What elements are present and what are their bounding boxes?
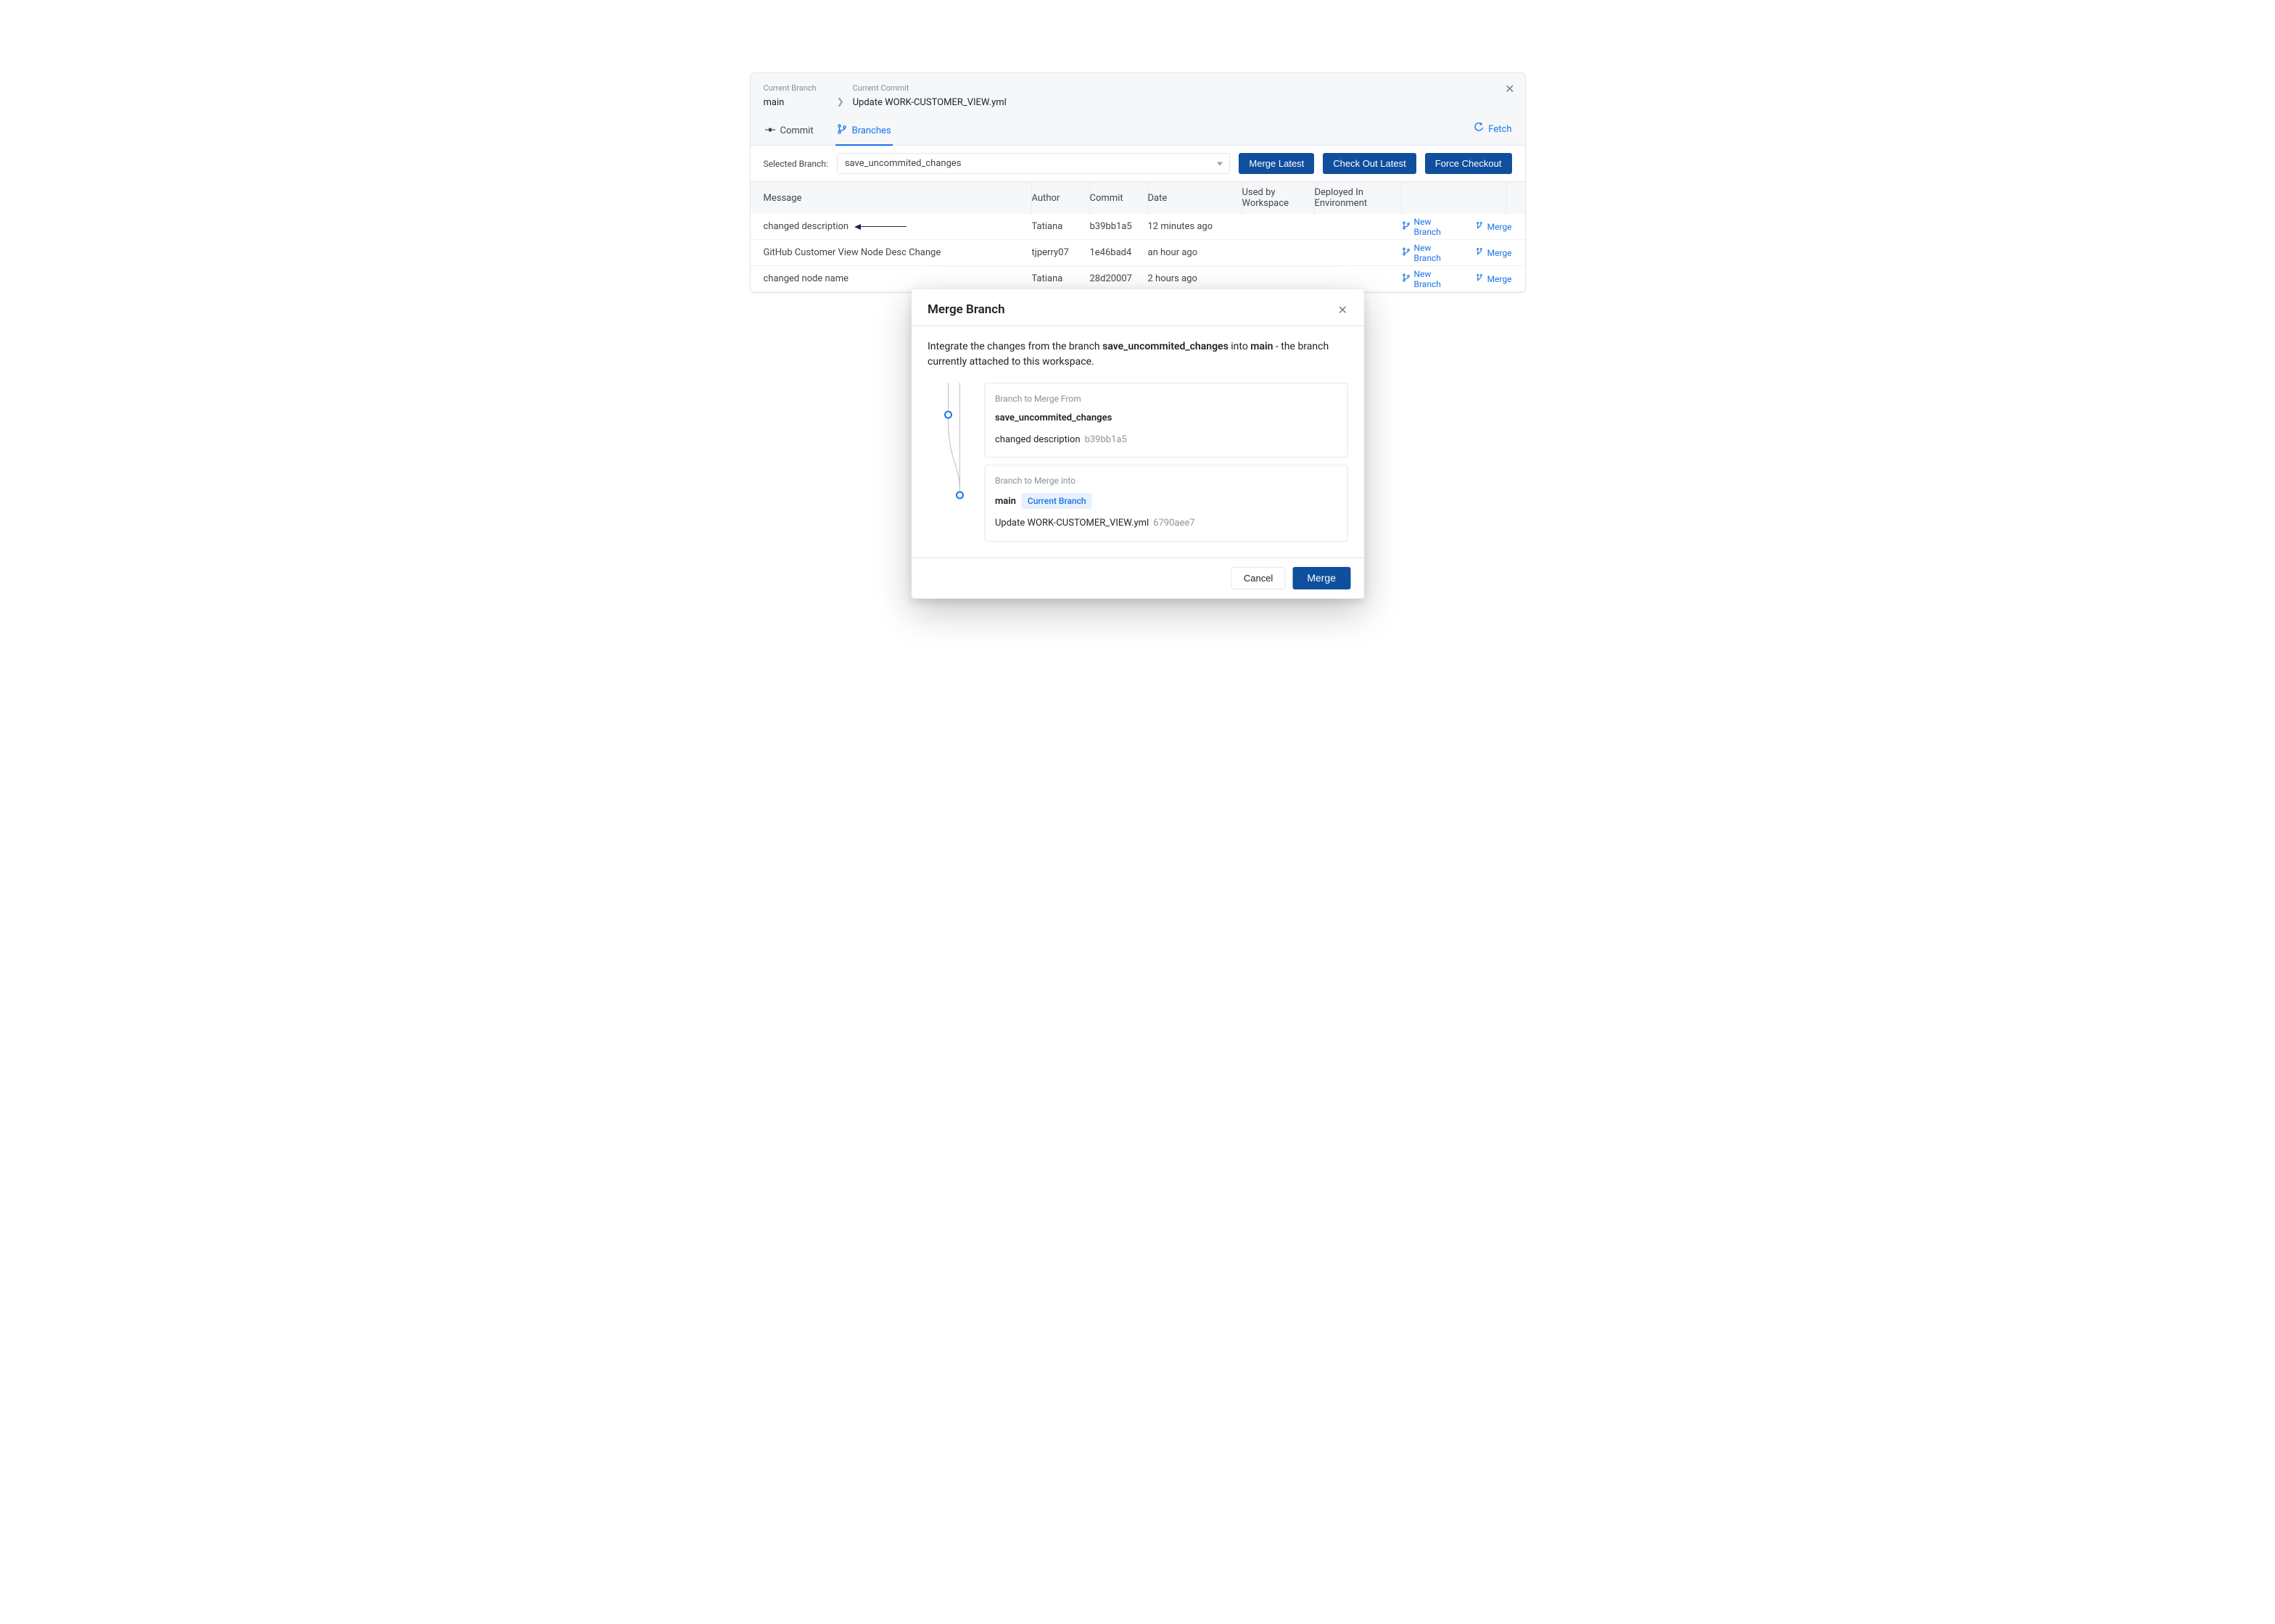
merge-from-box: Branch to Merge From save_uncommited_cha… bbox=[984, 383, 1347, 457]
merge-from-commit: changed descriptionb39bb1a5 bbox=[995, 433, 1337, 447]
branch-icon bbox=[1402, 273, 1411, 284]
commit-hash: 1e46bad4 bbox=[1090, 247, 1148, 258]
modal-body: Integrate the changes from the branch sa… bbox=[912, 326, 1363, 558]
merge-link[interactable]: Merge bbox=[1475, 243, 1512, 263]
commit-date: an hour ago bbox=[1148, 247, 1242, 258]
table-header: Message Author Commit Date Used by Works… bbox=[751, 182, 1525, 214]
merge-from-label: Branch to Merge From bbox=[995, 392, 1337, 405]
fetch-button[interactable]: Fetch bbox=[1474, 123, 1511, 136]
checkout-latest-button[interactable]: Check Out Latest bbox=[1323, 153, 1416, 174]
merge-branch-modal: Merge Branch ✕ Integrate the changes fro… bbox=[911, 289, 1364, 599]
commit-date: 12 minutes ago bbox=[1148, 221, 1242, 232]
commit-message: GitHub Customer View Node Desc Change bbox=[764, 247, 1032, 258]
branch-select[interactable]: save_uncommited_changes bbox=[837, 153, 1231, 174]
commit-message: changed description bbox=[764, 221, 1032, 232]
panel-header: Current Branch main ❯ Current Commit Upd… bbox=[751, 73, 1525, 117]
merge-into-branch: mainCurrent Branch bbox=[995, 493, 1337, 509]
branch-icon bbox=[1402, 247, 1411, 258]
modal-intro-text: Integrate the changes from the branch sa… bbox=[928, 339, 1347, 370]
commit-author: Tatiana bbox=[1032, 221, 1090, 232]
modal-title: Merge Branch bbox=[928, 302, 1005, 317]
branch-select-row: Selected Branch: save_uncommited_changes… bbox=[751, 146, 1525, 182]
close-icon[interactable]: ✕ bbox=[1505, 82, 1514, 96]
commits-table: Message Author Commit Date Used by Works… bbox=[751, 182, 1525, 292]
selected-branch-label: Selected Branch: bbox=[764, 159, 828, 169]
branch-graph-icon bbox=[928, 383, 968, 542]
force-checkout-button[interactable]: Force Checkout bbox=[1425, 153, 1512, 174]
table-row: changed description Tatiana b39bb1a5 12 … bbox=[751, 214, 1525, 240]
merge-into-box: Branch to Merge into mainCurrent Branch … bbox=[984, 465, 1347, 542]
current-branch-label: Current Branch bbox=[764, 83, 817, 93]
merge-icon bbox=[1475, 273, 1484, 284]
current-commit-value: Update WORK-CUSTOMER_VIEW.yml bbox=[853, 97, 1007, 108]
commit-date: 2 hours ago bbox=[1148, 273, 1242, 284]
commit-hash: b39bb1a5 bbox=[1090, 221, 1148, 232]
close-icon[interactable]: ✕ bbox=[1338, 303, 1347, 317]
git-panel: Current Branch main ❯ Current Commit Upd… bbox=[750, 72, 1526, 293]
current-commit-block: Current Commit Update WORK-CUSTOMER_VIEW… bbox=[853, 83, 1007, 108]
branch-icon bbox=[837, 124, 847, 137]
merge-into-label: Branch to Merge into bbox=[995, 474, 1337, 487]
col-deployed: Deployed In Environment bbox=[1315, 182, 1402, 214]
merge-link[interactable]: Merge bbox=[1475, 269, 1512, 289]
tab-bar: Commit Branches Fetch bbox=[751, 117, 1525, 146]
table-row: GitHub Customer View Node Desc Change tj… bbox=[751, 240, 1525, 266]
tab-branches[interactable]: Branches bbox=[835, 117, 893, 146]
cancel-button[interactable]: Cancel bbox=[1231, 567, 1285, 589]
modal-header: Merge Branch ✕ bbox=[912, 289, 1363, 326]
merge-from-branch: save_uncommited_changes bbox=[995, 411, 1337, 426]
commit-dot-icon bbox=[765, 125, 775, 138]
new-branch-link[interactable]: New Branch bbox=[1402, 217, 1461, 237]
refresh-icon bbox=[1474, 123, 1484, 136]
chevron-right-icon: ❯ bbox=[837, 96, 844, 107]
col-commit: Commit bbox=[1090, 182, 1148, 214]
commit-author: tjperry07 bbox=[1032, 247, 1090, 258]
merge-latest-button[interactable]: Merge Latest bbox=[1239, 153, 1314, 174]
merge-link[interactable]: Merge bbox=[1475, 217, 1512, 237]
new-branch-link[interactable]: New Branch bbox=[1402, 243, 1461, 263]
commit-message: changed node name bbox=[764, 273, 1032, 284]
commit-author: Tatiana bbox=[1032, 273, 1090, 284]
commit-hash: 28d20007 bbox=[1090, 273, 1148, 284]
col-used-by: Used by Workspace bbox=[1242, 182, 1315, 214]
modal-footer: Cancel Merge bbox=[912, 558, 1363, 598]
merge-button[interactable]: Merge bbox=[1292, 567, 1350, 589]
current-branch-block: Current Branch main bbox=[764, 83, 817, 108]
current-branch-tag: Current Branch bbox=[1022, 493, 1092, 509]
col-author: Author bbox=[1032, 182, 1090, 214]
current-branch-value: main bbox=[764, 97, 817, 108]
merge-diagram-area: Branch to Merge From save_uncommited_cha… bbox=[928, 383, 1347, 542]
current-commit-label: Current Commit bbox=[853, 83, 1007, 93]
merge-into-commit: Update WORK-CUSTOMER_VIEW.yml6790aee7 bbox=[995, 516, 1337, 531]
col-date: Date bbox=[1148, 182, 1242, 214]
annotation-arrow-icon bbox=[856, 226, 907, 227]
merge-icon bbox=[1475, 247, 1484, 258]
tab-commit[interactable]: Commit bbox=[764, 117, 815, 145]
branch-icon bbox=[1402, 221, 1411, 232]
new-branch-link[interactable]: New Branch bbox=[1402, 269, 1461, 289]
merge-icon bbox=[1475, 221, 1484, 232]
col-message: Message bbox=[764, 182, 1032, 214]
